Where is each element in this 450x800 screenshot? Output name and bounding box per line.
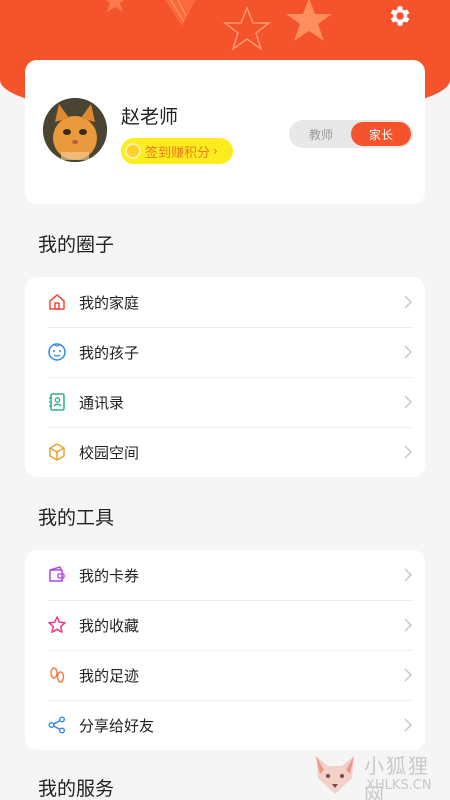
share-icon <box>48 716 65 734</box>
chevron-right-icon <box>404 668 413 682</box>
menu-item-footprints[interactable]: 我的足迹 <box>25 650 425 700</box>
star-icon <box>48 616 66 633</box>
menu-item-coupons[interactable]: 我的卡券 <box>25 550 425 600</box>
home-icon <box>49 294 65 310</box>
menu-item-share[interactable]: 分享给好友 <box>25 700 425 750</box>
chevron-right-icon <box>404 445 413 459</box>
decor-star-icon <box>105 0 125 12</box>
sign-in-button[interactable]: 签到赚积分 › <box>121 138 233 164</box>
role-option-parent[interactable]: 家长 <box>351 122 411 146</box>
menu-item-campus-space[interactable]: 校园空间 <box>25 427 425 477</box>
menu-label: 我的卡券 <box>79 566 140 585</box>
menu-label: 我的家庭 <box>79 293 140 312</box>
menu-card-circle: 我的家庭 我的孩子 通讯录 校园空间 <box>25 277 425 477</box>
decor-triangle-icon <box>165 0 196 26</box>
fox-logo-icon <box>316 756 354 794</box>
cube-icon <box>49 443 65 461</box>
decor-star-filled-icon <box>286 0 332 41</box>
section-title-services: 我的服务 <box>38 778 115 800</box>
footprint-icon <box>50 667 65 683</box>
section-title-tools: 我的工具 <box>38 507 115 529</box>
section-title-circle: 我的圈子 <box>38 234 115 256</box>
coin-icon <box>125 143 141 159</box>
menu-label: 分享给好友 <box>79 716 155 735</box>
sign-in-label: 签到赚积分 <box>145 145 211 161</box>
menu-label: 我的足迹 <box>79 666 140 685</box>
chevron-right-icon <box>404 345 413 359</box>
user-name: 赵老师 <box>121 106 179 128</box>
chevron-right-icon: › <box>213 144 218 158</box>
decor-star-outline-icon <box>222 6 272 51</box>
menu-card-tools: 我的卡券 我的收藏 我的足迹 分享给好友 <box>25 550 425 750</box>
menu-item-favorites[interactable]: 我的收藏 <box>25 600 425 650</box>
watermark: 小狐狸网 XHLKS.CN <box>310 748 450 800</box>
menu-item-contacts[interactable]: 通讯录 <box>25 377 425 427</box>
chevron-right-icon <box>404 395 413 409</box>
role-toggle[interactable]: 教师 家长 <box>289 120 413 148</box>
menu-label: 我的孩子 <box>79 343 140 362</box>
chevron-right-icon <box>404 568 413 582</box>
menu-label: 我的收藏 <box>79 616 140 635</box>
watermark-en: XHLKS.CN <box>366 778 432 793</box>
wallet-icon <box>49 566 65 582</box>
contacts-icon <box>49 393 65 411</box>
menu-label: 通讯录 <box>79 393 125 412</box>
role-option-teacher[interactable]: 教师 <box>291 122 351 146</box>
menu-item-children[interactable]: 我的孩子 <box>25 327 425 377</box>
cat-avatar-icon <box>43 98 107 162</box>
chevron-right-icon <box>404 295 413 309</box>
chevron-right-icon <box>404 718 413 732</box>
chevron-right-icon <box>404 618 413 632</box>
gear-icon[interactable] <box>386 3 412 29</box>
menu-label: 校园空间 <box>79 443 140 462</box>
profile-card: 赵老师 签到赚积分 › 教师 家长 <box>25 60 425 204</box>
avatar[interactable] <box>43 98 107 162</box>
menu-item-family[interactable]: 我的家庭 <box>25 277 425 327</box>
child-face-icon <box>48 343 66 361</box>
